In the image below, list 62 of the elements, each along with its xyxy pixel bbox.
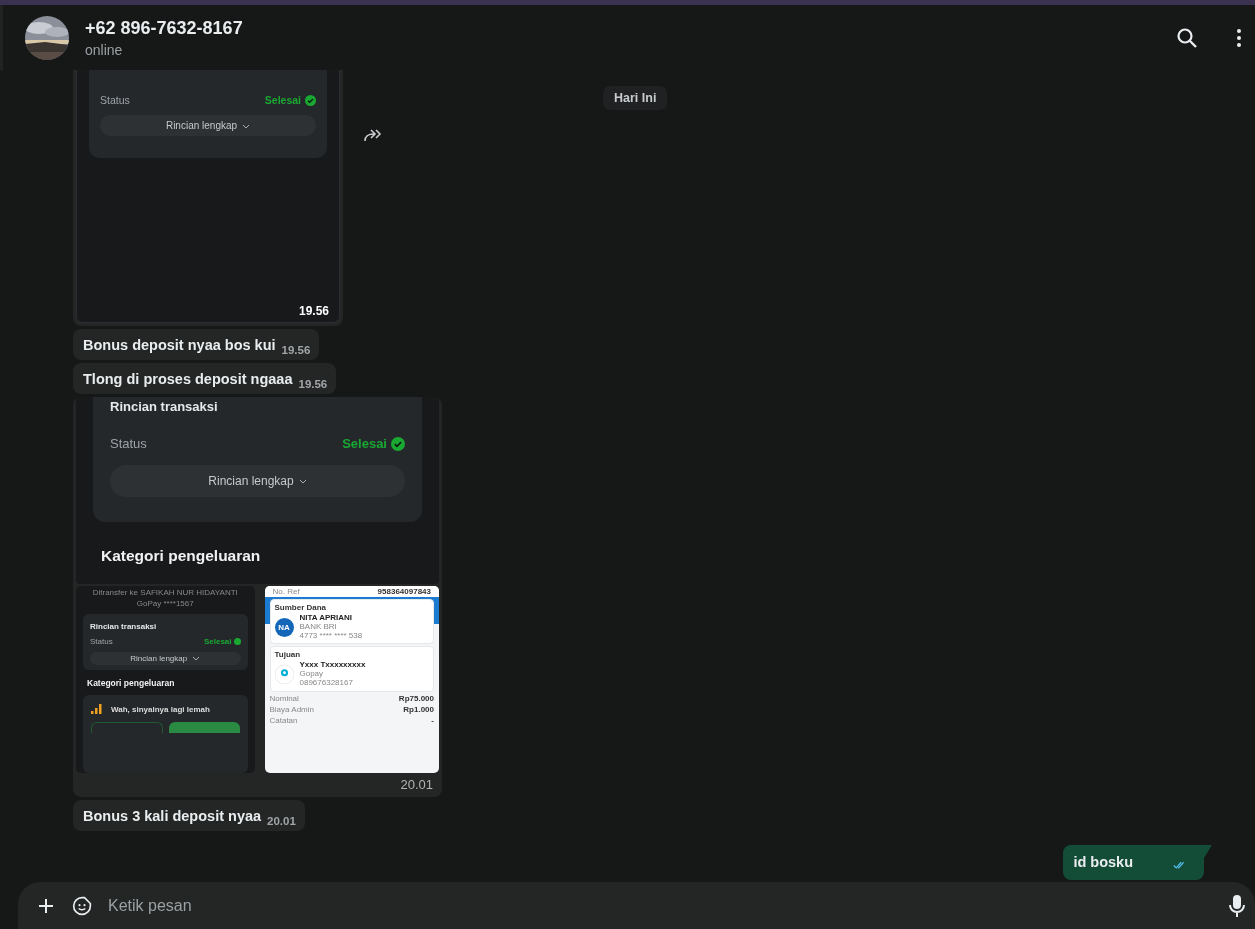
- account-number: 089676328167: [299, 679, 354, 688]
- date-chip: Hari Ini: [603, 86, 668, 110]
- account-number: 4773 **** **** 538: [299, 631, 363, 641]
- transfer-info: GoPay ****1567: [135, 599, 195, 608]
- status-label: Status: [90, 637, 113, 646]
- message-time: 19.56: [298, 304, 329, 318]
- check-circle-icon: [391, 436, 405, 451]
- status-label: Status: [100, 94, 130, 106]
- ref-value: 958364097843: [377, 587, 431, 596]
- signal-icon: [91, 704, 103, 714]
- section-title: Kategori pengeluaran: [100, 547, 262, 565]
- card-title: Rincian transaksi: [90, 622, 158, 631]
- status-value: Selesai: [203, 637, 232, 646]
- check-circle-icon: [233, 638, 241, 645]
- details-button: Rincian lengkap: [110, 465, 405, 497]
- wallet-name: Gopay: [299, 670, 325, 679]
- transfer-info: Ditransfer ke SAFIKAH NUR HIDAYANTI: [91, 588, 239, 597]
- amount-value: -: [431, 715, 434, 725]
- contact-name: +62 896-7632-8167: [85, 17, 243, 39]
- image-message[interactable]: Status Selesai Rincian lengkap 19.56: [73, 70, 343, 326]
- account-name: NITA APRIANI: [299, 614, 354, 623]
- message-text: id bosku: [1073, 854, 1133, 870]
- message-field[interactable]: Ketik pesan: [18, 882, 1255, 929]
- search-icon[interactable]: [1175, 25, 1199, 50]
- message-time: 19.56: [298, 378, 328, 390]
- chevron-down-icon: [192, 656, 201, 662]
- contact-status: online: [85, 41, 124, 58]
- ref-label: No. Ref: [272, 587, 300, 596]
- details-button: Rincian lengkap: [90, 652, 241, 665]
- image-album[interactable]: [73, 397, 442, 797]
- message-input[interactable]: Ketik pesan: [108, 896, 1213, 915]
- amount-value: Rp1.000: [403, 704, 434, 714]
- details-button: Rincian lengkap: [100, 115, 316, 136]
- sticker-icon[interactable]: [72, 895, 92, 916]
- message-text: Bonus deposit nyaa bos kui: [83, 337, 276, 353]
- card-title: Rincian transaksi: [110, 399, 219, 414]
- message-text: Bonus 3 kali deposit nyaa: [83, 808, 262, 824]
- action-button: [169, 722, 240, 733]
- message-time: 19.56: [281, 344, 311, 356]
- card-title: Tujuan: [274, 650, 302, 660]
- account-name: Yxxx Txxxxxxxxx: [299, 661, 366, 671]
- message-time: 20.01: [267, 815, 296, 827]
- section-title: Kategori pengeluaran: [86, 678, 176, 688]
- card-title: Sumber Dana: [274, 603, 328, 612]
- wallet-logo-icon: [274, 665, 294, 685]
- status-label: Status: [110, 436, 147, 451]
- initials-avatar: NA: [274, 617, 294, 637]
- status-value: Selesai: [264, 94, 301, 106]
- forward-icon[interactable]: [363, 128, 383, 143]
- amount-value: Rp75.000: [398, 693, 434, 703]
- chevron-down-icon: [242, 123, 251, 129]
- amount-label: Biaya Admin: [269, 704, 314, 714]
- microphone-icon[interactable]: [1229, 893, 1245, 918]
- message-text: Tlong di proses deposit ngaaa: [83, 371, 293, 387]
- amount-label: Catatan: [269, 715, 298, 725]
- bank-name: BANK BRI: [299, 622, 338, 632]
- message-time: 20.01: [399, 776, 434, 794]
- amount-label: Nominal: [269, 693, 299, 703]
- chevron-down-icon: [298, 479, 307, 485]
- check-circle-icon: [305, 94, 316, 106]
- status-value: Selesai: [342, 436, 387, 451]
- alert-text: Wah, sinyalnya lagi lemah: [111, 704, 210, 714]
